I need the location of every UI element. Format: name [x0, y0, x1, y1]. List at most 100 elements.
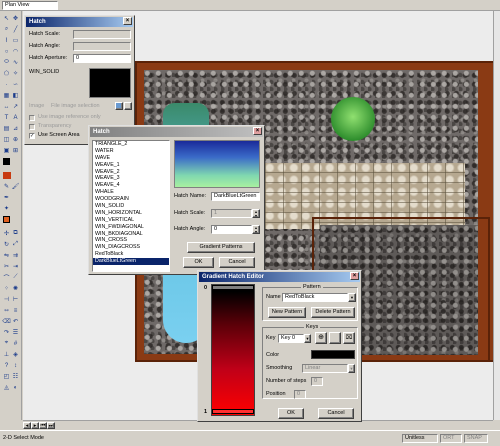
- list-item[interactable]: TRIANGLE_2: [93, 141, 169, 148]
- angle-spinner-icon[interactable]: ▴ ▾: [252, 225, 260, 234]
- star-icon[interactable]: ✧: [11, 69, 20, 78]
- new-pattern-button[interactable]: New Pattern: [268, 307, 306, 318]
- list-item[interactable]: WIN_CROSS: [93, 237, 169, 244]
- list-item[interactable]: WIN_FWDIAGONAL: [93, 224, 169, 231]
- polygon-icon[interactable]: ⬠: [2, 69, 11, 78]
- hatch-scale-field[interactable]: 1: [211, 209, 252, 218]
- circle-icon[interactable]: ○: [2, 47, 11, 56]
- hatch-name-field[interactable]: DarkBlueLtGreen: [211, 192, 260, 201]
- list-item[interactable]: WATER: [93, 148, 169, 155]
- pan-icon[interactable]: ✥: [11, 14, 20, 23]
- close-icon[interactable]: ×: [123, 17, 132, 25]
- chamfer-icon[interactable]: ⟋: [11, 273, 20, 282]
- chevron-down-icon[interactable]: ▼: [304, 334, 311, 343]
- line-icon[interactable]: ╱: [11, 25, 20, 34]
- hatch-icon[interactable]: ▦: [2, 91, 11, 100]
- redo-icon[interactable]: ↷: [2, 328, 11, 337]
- list-item[interactable]: WEAVE_4: [93, 182, 169, 189]
- pattern-name-combo[interactable]: RedToBlack: [282, 293, 348, 302]
- break-icon[interactable]: ⊣: [2, 295, 11, 304]
- list-item[interactable]: WIN_DIAGCROSS: [93, 244, 169, 251]
- view-3d-icon[interactable]: ◬: [2, 383, 11, 392]
- vertical-scrollbar[interactable]: [493, 11, 500, 420]
- color-swatch[interactable]: [311, 350, 355, 359]
- mirror-icon[interactable]: ⇋: [2, 251, 11, 260]
- delete-key-icon[interactable]: ⌧: [343, 332, 355, 344]
- brush-icon[interactable]: 🖌: [11, 182, 20, 191]
- add-key-icon[interactable]: ⊕: [315, 332, 327, 344]
- extend-icon[interactable]: ⇥: [11, 262, 20, 271]
- offset-icon[interactable]: ⇉: [11, 251, 20, 260]
- point-icon[interactable]: ·: [2, 80, 11, 89]
- polyline-icon[interactable]: ⌇: [2, 36, 11, 45]
- ellipse-icon[interactable]: ⬭: [2, 58, 11, 67]
- list-item[interactable]: WIN_HORIZONTAL: [93, 210, 169, 217]
- rotate-icon[interactable]: ↻: [2, 240, 11, 249]
- list-item[interactable]: DarkBlueLtGreen: [93, 258, 169, 266]
- hatch-tool-icon[interactable]: [2, 215, 11, 224]
- curve-icon[interactable]: ∿: [11, 58, 20, 67]
- rectangle-icon[interactable]: ▭: [11, 36, 20, 45]
- multiline-text-icon[interactable]: A: [11, 113, 20, 122]
- trim-icon[interactable]: ✂: [2, 262, 11, 271]
- gradient-patterns-button[interactable]: Gradient Patterns: [187, 242, 255, 253]
- fill-icon[interactable]: ◧: [11, 91, 20, 100]
- spline-icon[interactable]: ∽: [11, 80, 20, 89]
- insert-icon[interactable]: ⊕: [11, 135, 20, 144]
- use-image-checkbox[interactable]: [29, 115, 35, 121]
- fillet-icon[interactable]: ⌒: [2, 273, 11, 282]
- block-icon[interactable]: ◫: [2, 135, 11, 144]
- chevron-down-icon[interactable]: ▼: [348, 293, 356, 302]
- pen-icon[interactable]: ✒: [2, 193, 11, 202]
- explode-icon[interactable]: ✺: [11, 284, 20, 293]
- chevron-down-icon[interactable]: ▼: [348, 364, 355, 373]
- select-arrow-icon[interactable]: ↖: [2, 14, 11, 23]
- ok-button[interactable]: OK: [278, 408, 304, 419]
- key-combo[interactable]: Key 0: [278, 334, 304, 343]
- undo-icon[interactable]: ↶: [11, 317, 20, 326]
- join-icon[interactable]: ⊢: [11, 295, 20, 304]
- color-icon[interactable]: [2, 157, 11, 166]
- gradient-bar[interactable]: [211, 284, 255, 416]
- hatch-angle-field[interactable]: 0: [211, 225, 252, 234]
- stretch-icon[interactable]: ⇿: [2, 306, 11, 315]
- copy-icon[interactable]: ⧉: [11, 229, 20, 238]
- scale-spinner-icon[interactable]: ▴ ▾: [252, 209, 260, 218]
- snap-icon[interactable]: ⌖: [2, 339, 11, 348]
- layers-icon[interactable]: ◈: [11, 350, 20, 359]
- key-marker-bottom[interactable]: [212, 409, 254, 414]
- scroll-left-icon[interactable]: ◂: [23, 422, 31, 429]
- image-browse-icon[interactable]: [124, 102, 132, 110]
- status-snap[interactable]: SNAP: [464, 434, 488, 443]
- key-marker-top[interactable]: [212, 285, 254, 290]
- hatch-scale-field[interactable]: [73, 30, 131, 39]
- list-item[interactable]: WIN_SOLID: [93, 203, 169, 210]
- cancel-button[interactable]: Cancel: [219, 257, 255, 268]
- leader-icon[interactable]: ↗: [11, 102, 20, 111]
- list-item[interactable]: WHALE: [93, 189, 169, 196]
- inquiry-icon[interactable]: ?: [2, 361, 11, 370]
- area-icon[interactable]: ◰: [2, 372, 11, 381]
- hatch-aperture-field[interactable]: 0: [73, 54, 131, 63]
- image-icon[interactable]: ▣: [2, 146, 11, 155]
- arc-icon[interactable]: ◠: [11, 47, 20, 56]
- cancel-button[interactable]: Cancel: [318, 408, 354, 419]
- wand-icon[interactable]: ✦: [2, 204, 11, 213]
- table-icon[interactable]: ▤: [2, 124, 11, 133]
- scroll-right-icon[interactable]: ▸: [31, 422, 39, 429]
- attribute-icon[interactable]: ⊞: [11, 146, 20, 155]
- paint-icon[interactable]: ✎: [2, 182, 11, 191]
- move-icon[interactable]: ✢: [2, 229, 11, 238]
- render-icon[interactable]: ◐: [11, 383, 20, 392]
- transparency-checkbox[interactable]: [29, 124, 35, 130]
- ok-button[interactable]: OK: [183, 257, 214, 268]
- hatch-angle-field[interactable]: [73, 42, 131, 51]
- list-item[interactable]: WAVE: [93, 155, 169, 162]
- delete-pattern-button[interactable]: Delete Pattern: [311, 307, 355, 318]
- list-item[interactable]: WEAVE_1: [93, 162, 169, 169]
- layer-icon[interactable]: [2, 171, 11, 180]
- properties-icon[interactable]: ☰: [11, 328, 20, 337]
- steps-field[interactable]: 0: [311, 377, 323, 386]
- status-ortho[interactable]: ORT: [440, 434, 462, 443]
- image-folder-icon[interactable]: [115, 102, 123, 110]
